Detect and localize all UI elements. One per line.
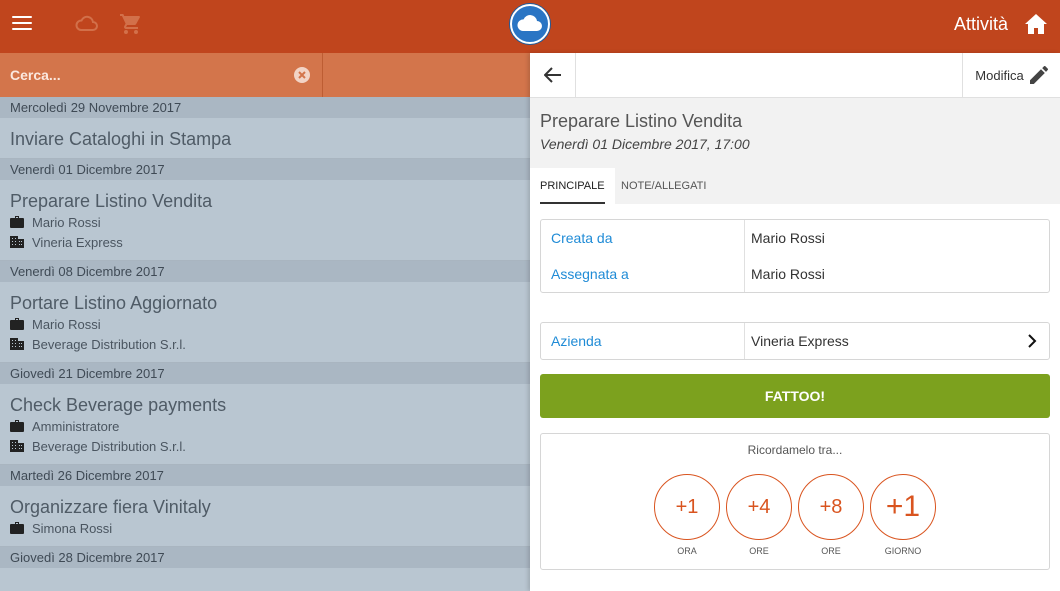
item-title: Portare Listino Aggiornato [10,293,218,313]
edit-button[interactable]: Modifica [962,53,1060,97]
pencil-icon [1029,66,1048,84]
list-item[interactable]: Check Beverage payments Amministratore B… [0,384,530,465]
building-icon [10,338,24,350]
reminder-card: Ricordamelo tra... +1 ORA +4 ORE +8 ORE … [540,433,1050,570]
field-row: Creata da Mario Rossi [541,220,1049,256]
detail-datetime: Venerdì 01 Dicembre 2017, 17:00 [540,136,750,152]
date-header: Martedì 26 Dicembre 2017 [0,465,530,486]
remind-caption: GIORNO [884,546,922,556]
date-header: Mercoledì 29 Novembre 2017 [0,97,530,118]
field-value: Vineria Express [751,333,849,349]
cart-icon[interactable] [119,12,143,36]
field-row: Assegnata a Mario Rossi [541,256,1049,292]
top-app-bar: Attività [0,0,1060,53]
item-title: Preparare Listino Vendita [10,191,213,211]
list-item[interactable]: Organizzare fiera Vinitaly Simona Rossi [0,486,530,547]
item-person: Mario Rossi [32,316,101,332]
menu-icon[interactable] [12,16,32,32]
activity-list-panel: Mercoledì 29 Novembre 2017 Inviare Catal… [0,53,530,591]
tab-underline [540,202,605,204]
remind-8-hours-button[interactable]: +8 [798,474,864,540]
detail-title: Preparare Listino Vendita [540,111,743,131]
cloud-icon[interactable] [74,12,100,36]
people-card: Creata da Mario Rossi Assegnata a Mario … [540,219,1050,293]
remind-1-hour-button[interactable]: +1 [654,474,720,540]
item-title: Organizzare fiera Vinitaly [10,497,211,517]
back-button[interactable] [530,53,576,97]
item-person: Amministratore [32,418,120,434]
list-item[interactable]: Preparare Listino Vendita Mario Rossi Vi… [0,180,530,261]
page-title: Attività [953,14,1008,34]
item-person: Mario Rossi [32,214,101,230]
remind-1-day-button[interactable]: +1 [870,474,936,540]
company-card[interactable]: Azienda Vineria Express [540,322,1050,360]
tab-label: NOTE/ALLEGATI [621,180,707,192]
remind-caption: ORA [677,546,697,556]
list-item[interactable]: Portare Listino Aggiornato Mario Rossi B… [0,282,530,363]
detail-toolbar: Modifica [530,53,1060,98]
done-button[interactable]: FATTOO! [540,374,1050,418]
briefcase-icon [10,420,24,432]
item-title: Inviare Cataloghi in Stampa [10,129,232,149]
item-person: Simona Rossi [32,520,113,536]
field-label: Assegnata a [541,256,745,292]
field-label: Azienda [541,323,745,359]
list-item[interactable]: Inviare Cataloghi in Stampa [0,118,530,159]
chevron-right-icon [1028,334,1037,348]
tab-principale[interactable]: PRINCIPALE [530,168,615,204]
date-header: Giovedì 21 Dicembre 2017 [0,363,530,384]
field-row[interactable]: Azienda Vineria Express [541,323,1049,359]
remind-caption: ORE [749,546,769,556]
building-icon [10,440,24,452]
briefcase-icon [10,216,24,228]
remind-caption: ORE [821,546,841,556]
building-icon [10,236,24,248]
field-value: Mario Rossi [751,266,825,282]
activity-list: Mercoledì 29 Novembre 2017 Inviare Catal… [0,97,530,568]
search-bar [0,53,530,97]
briefcase-icon [10,318,24,330]
item-company: Vineria Express [32,234,123,250]
tab-label: PRINCIPALE [540,180,605,192]
search-input[interactable] [0,53,323,97]
arrow-left-icon [543,67,561,83]
edit-label: Modifica [975,67,1024,83]
remind-4-hours-button[interactable]: +4 [726,474,792,540]
item-company: Beverage Distribution S.r.l. [32,336,186,352]
briefcase-icon [10,522,24,534]
field-label: Creata da [541,220,745,256]
field-value: Mario Rossi [751,230,825,246]
date-header: Venerdì 08 Dicembre 2017 [0,261,530,282]
activity-detail-panel: Modifica Preparare Listino Vendita Vener… [530,53,1060,591]
tab-note-allegati[interactable]: NOTE/ALLEGATI [611,168,716,204]
item-company: Beverage Distribution S.r.l. [32,438,186,454]
item-title: Check Beverage payments [10,395,227,415]
home-icon[interactable] [1024,13,1048,35]
reminder-title: Ricordamelo tra... [747,443,843,457]
date-header: Giovedì 28 Dicembre 2017 [0,547,530,568]
clear-search-icon[interactable] [293,66,311,84]
app-logo [510,4,550,44]
date-header: Venerdì 01 Dicembre 2017 [0,159,530,180]
